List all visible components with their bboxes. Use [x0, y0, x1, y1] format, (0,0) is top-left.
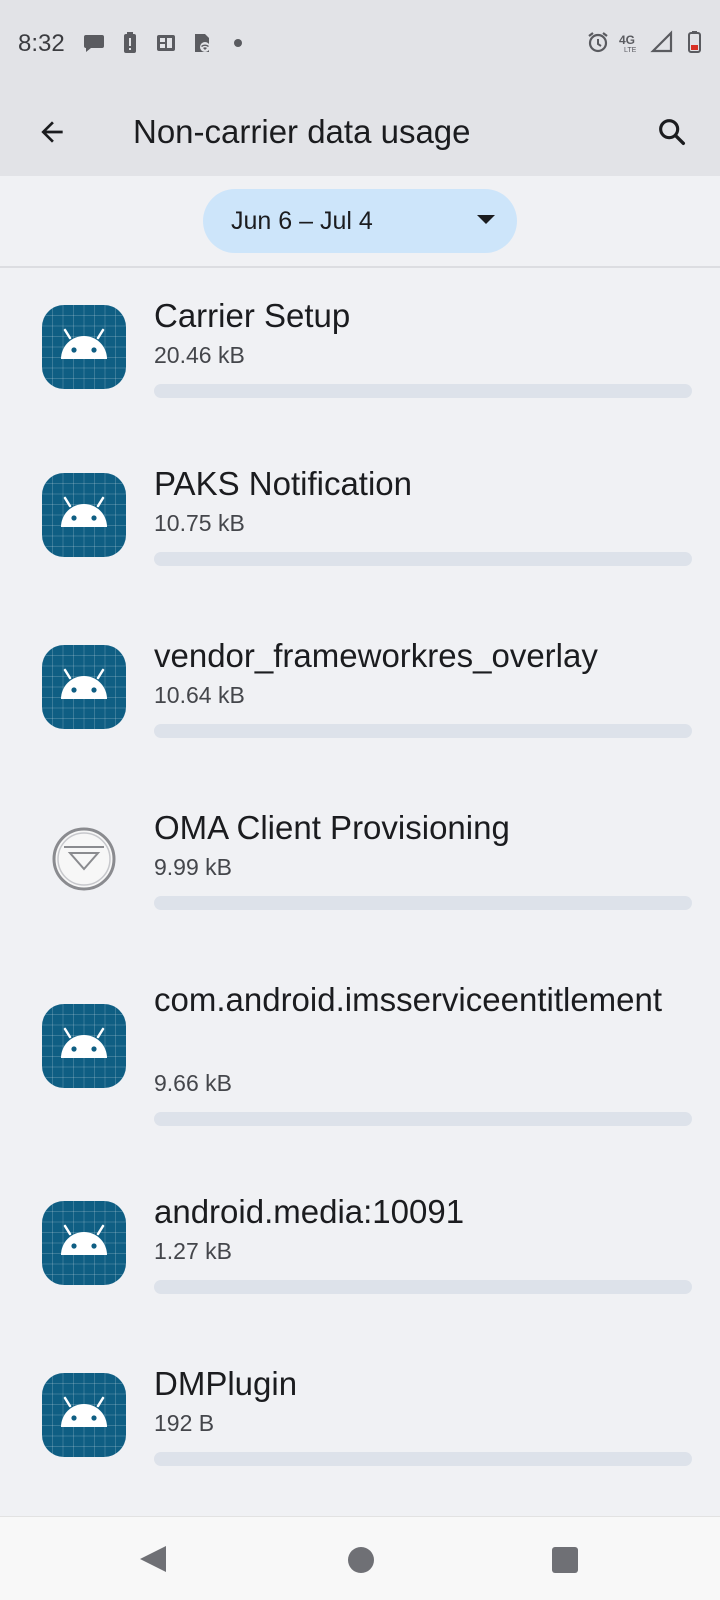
- download-circle-icon: [42, 817, 126, 901]
- list-item[interactable]: OMA Client Provisioning 9.99 kB: [0, 780, 720, 952]
- list-item[interactable]: Carrier Setup 20.46 kB: [0, 268, 720, 436]
- battery-icon: [682, 30, 706, 54]
- chat-bubble-icon: [82, 31, 106, 55]
- app-name: Carrier Setup: [154, 297, 351, 334]
- app-name: DMPlugin: [154, 1365, 298, 1402]
- date-area: Jun 6 – Jul 4: [0, 176, 720, 268]
- nav-home-icon[interactable]: [348, 1547, 374, 1573]
- usage-bar: [154, 896, 692, 910]
- search-icon: [659, 119, 686, 146]
- wifi-sim-icon: [190, 31, 214, 55]
- list-item[interactable]: DMPlugin 192 B: [0, 1336, 720, 1508]
- date-range-selector[interactable]: Jun 6 – Jul 4: [203, 189, 517, 253]
- usage-bar: [154, 552, 692, 566]
- 4g-lte-icon: 4G LTE: [618, 30, 642, 54]
- app-size: 192 B: [154, 1410, 215, 1436]
- app-name: vendor_frameworkres_overlay: [154, 637, 598, 674]
- app-bar: Non-carrier data usage: [0, 88, 720, 176]
- usage-bar: [154, 384, 692, 398]
- battery-alert-icon: [118, 31, 142, 55]
- sim-toolkit-icon: [154, 31, 178, 55]
- signal-icon: [650, 30, 674, 54]
- nav-back-icon[interactable]: [140, 1546, 166, 1572]
- app-name: PAKS Notification: [154, 465, 413, 502]
- screen: 8:32 4G LTE Non-carrier data usage Jun 6…: [0, 0, 720, 1600]
- nav-recents-icon[interactable]: [552, 1547, 578, 1573]
- date-range-label: Jun 6 – Jul 4: [231, 207, 373, 235]
- android-app-icon: [42, 473, 126, 557]
- dropdown-arrow-icon: [477, 215, 495, 224]
- svg-text:LTE: LTE: [624, 47, 637, 54]
- status-time: 8:32: [18, 30, 65, 57]
- search-button[interactable]: [646, 106, 698, 158]
- alarm-icon: [586, 30, 610, 54]
- app-size: 20.46 kB: [154, 342, 245, 368]
- usage-bar: [154, 1452, 692, 1466]
- app-size: 10.64 kB: [154, 682, 245, 708]
- network-label: 4G: [619, 33, 635, 47]
- app-size: 1.27 kB: [154, 1238, 232, 1264]
- android-app-icon: [42, 1201, 126, 1285]
- usage-bar: [154, 1280, 692, 1294]
- arrow-back-icon: [41, 121, 63, 143]
- list-item[interactable]: vendor_frameworkres_overlay 10.64 kB: [0, 608, 720, 780]
- status-right-icons: 4G LTE: [586, 30, 706, 54]
- nav-bar: [0, 1516, 720, 1600]
- list-item[interactable]: android.media:10091 1.27 kB: [0, 1164, 720, 1336]
- app-name: OMA Client Provisioning: [154, 809, 510, 846]
- dot-icon: [226, 31, 250, 55]
- page-title: Non-carrier data usage: [133, 113, 471, 150]
- app-name: android.media:10091: [154, 1193, 465, 1230]
- app-size: 10.75 kB: [154, 510, 245, 536]
- android-app-icon: [42, 645, 126, 729]
- back-button[interactable]: [26, 106, 78, 158]
- android-app-icon: [42, 1004, 126, 1088]
- usage-bar: [154, 724, 692, 738]
- app-size: 9.99 kB: [154, 854, 232, 880]
- list-item[interactable]: PAKS Notification 10.75 kB: [0, 436, 720, 608]
- app-size: 9.66 kB: [154, 1070, 232, 1096]
- list-item[interactable]: com.android.imsserviceentitlement 9.66 k…: [0, 952, 720, 1164]
- android-app-icon: [42, 305, 126, 389]
- app-name: com.android.imsserviceentitlement: [154, 981, 663, 1018]
- status-left-icons: [82, 31, 250, 55]
- usage-bar: [154, 1112, 692, 1126]
- status-bar: 8:32 4G LTE: [0, 0, 720, 88]
- android-app-icon: [42, 1373, 126, 1457]
